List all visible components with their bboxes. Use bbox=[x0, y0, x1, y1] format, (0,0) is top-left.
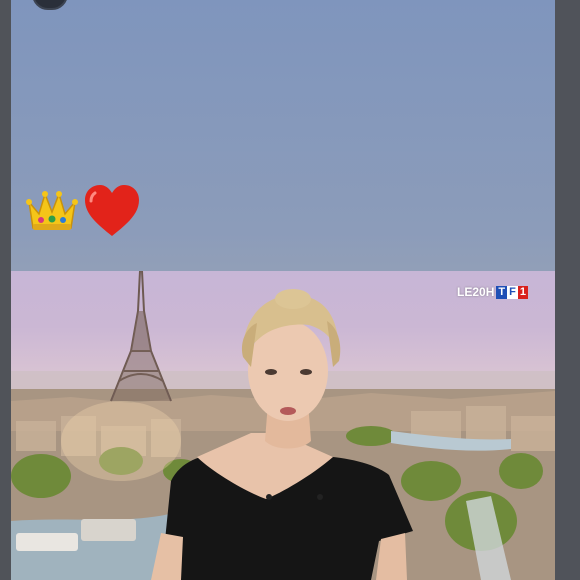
red-heart-emoji-icon bbox=[83, 184, 141, 238]
sticker-row bbox=[25, 184, 141, 238]
story-left-border bbox=[0, 0, 11, 580]
tf1-logo: T F 1 bbox=[496, 285, 528, 299]
tf1-logo-letter-f: F bbox=[507, 285, 518, 299]
more-icon[interactable]: ⋯ bbox=[533, 0, 547, 4]
paris-broadcast-scene bbox=[11, 271, 555, 580]
story-right-border bbox=[555, 0, 580, 580]
crown-emoji-icon bbox=[25, 188, 79, 234]
profile-avatar[interactable] bbox=[32, 0, 68, 10]
story-view[interactable]: ⋯ bbox=[11, 0, 555, 580]
tf1-logo-letter-t: T bbox=[496, 285, 508, 299]
tv-news-screenshot: LE20H T F 1 bbox=[11, 271, 555, 580]
tf1-logo-letter-1: 1 bbox=[517, 285, 528, 299]
channel-logo: LE20H T F 1 bbox=[457, 285, 528, 299]
show-logo-le20h: LE20H bbox=[457, 285, 495, 299]
